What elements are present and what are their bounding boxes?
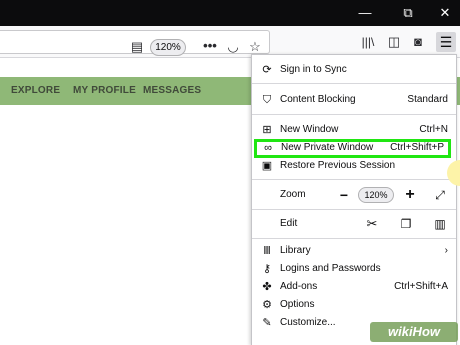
separator xyxy=(252,114,456,115)
zoom-out-button[interactable]: − xyxy=(336,184,352,206)
separator xyxy=(252,83,456,84)
separator xyxy=(252,209,456,210)
private-mask-icon: ∞ xyxy=(264,142,272,154)
zoom-row: Zoom − 120% + ⤢ xyxy=(252,184,456,206)
restore-session-icon: ▣ xyxy=(261,160,273,172)
restore-button[interactable]: ⧉ xyxy=(393,0,423,26)
library-icon[interactable]: |||\ xyxy=(358,30,378,54)
watermark-logo: wikiHow xyxy=(370,322,458,342)
key-icon: ⚷ xyxy=(262,263,272,275)
menu-item-sign-in[interactable]: ⟳ Sign in to Sync xyxy=(252,61,456,79)
more-icon[interactable]: ••• xyxy=(202,34,218,58)
new-window-icon: ⊞ xyxy=(262,124,272,136)
nav-link-my-profile[interactable]: MY PROFILE xyxy=(73,77,136,105)
zoom-level[interactable]: 120% xyxy=(358,187,394,203)
zoom-reset-badge[interactable]: 120% xyxy=(150,39,186,56)
cut-icon[interactable]: ✂ xyxy=(364,213,380,235)
paintbrush-icon: ✎ xyxy=(262,317,272,329)
title-bar: — ⧉ ✕ xyxy=(0,0,460,26)
close-button[interactable]: ✕ xyxy=(430,0,460,26)
puzzle-icon: ✤ xyxy=(262,281,272,293)
menu-item-restore-session[interactable]: ▣ Restore Previous Session xyxy=(252,157,456,175)
reader-view-icon[interactable]: ▤ xyxy=(130,35,144,59)
menu-item-logins[interactable]: ⚷ Logins and Passwords xyxy=(252,260,456,278)
fullscreen-icon[interactable]: ⤢ xyxy=(432,184,448,206)
menu-item-content-blocking[interactable]: ⛉ Content Blocking Standard xyxy=(252,91,456,109)
url-bar[interactable]: ▤ 120% ••• ◡ ☆ xyxy=(0,30,270,56)
nav-link-messages[interactable]: MESSAGES xyxy=(143,77,201,105)
edit-row: Edit ✂ ❐ ▥ xyxy=(252,213,456,235)
shield-icon: ⛉ xyxy=(262,94,272,106)
sidebar-icon[interactable]: ◫ xyxy=(386,30,402,54)
zoom-in-button[interactable]: + xyxy=(402,184,418,206)
gear-icon: ⚙ xyxy=(262,299,272,311)
separator xyxy=(252,238,456,239)
library-icon: Ⅲ xyxy=(263,245,271,257)
chevron-right-icon: › xyxy=(444,245,448,256)
menu-item-new-window[interactable]: ⊞ New Window Ctrl+N xyxy=(252,121,456,139)
account-icon[interactable]: ◙ xyxy=(410,30,426,54)
minimize-button[interactable]: — xyxy=(350,0,380,26)
paste-icon[interactable]: ▥ xyxy=(432,213,448,235)
sync-icon: ⟳ xyxy=(262,64,272,76)
hamburger-menu-icon[interactable]: ☰ xyxy=(436,32,456,52)
menu-item-add-ons[interactable]: ✤ Add-ons Ctrl+Shift+A xyxy=(252,278,456,296)
app-menu-panel: ⟳ Sign in to Sync ⛉ Content Blocking Sta… xyxy=(251,54,457,345)
copy-icon[interactable]: ❐ xyxy=(398,213,414,235)
separator xyxy=(252,179,456,180)
menu-item-options[interactable]: ⚙ Options xyxy=(252,296,456,314)
nav-link-explore[interactable]: EXPLORE xyxy=(11,77,60,105)
menu-item-library[interactable]: Ⅲ Library › xyxy=(252,242,456,260)
menu-item-new-private-window[interactable]: ∞ New Private Window Ctrl+Shift+P xyxy=(254,139,451,158)
pocket-icon[interactable]: ◡ xyxy=(225,35,241,59)
